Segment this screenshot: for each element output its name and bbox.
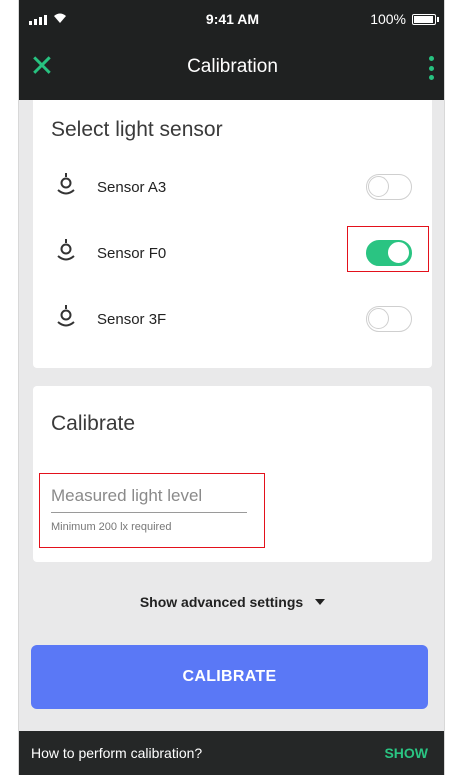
toggle-knob (368, 176, 389, 197)
sensor-row-a3[interactable]: Sensor A3 (33, 164, 432, 208)
snackbar-show-button[interactable]: SHOW (384, 745, 428, 761)
sensor-toggle-3f[interactable] (366, 306, 412, 332)
battery-group: 100% (370, 11, 439, 27)
page-title: Calibration (187, 56, 278, 77)
light-sensor-icon (53, 304, 79, 332)
sensor-label: Sensor F0 (97, 245, 167, 262)
battery-fill (414, 15, 433, 23)
snackbar-text: How to perform calibration? (31, 745, 203, 761)
light-sensor-icon (53, 238, 79, 266)
app-bar: ✕ Calibration (19, 48, 444, 88)
sensor-card: Select light sensor Sensor A3 Sensor F0 … (33, 100, 432, 368)
advanced-settings-toggle[interactable]: Show advanced settings (19, 594, 444, 610)
chevron-down-icon (315, 599, 326, 606)
light-sensor-icon (53, 172, 79, 200)
more-vert-icon[interactable] (426, 56, 436, 80)
help-snackbar: How to perform calibration? SHOW (19, 731, 444, 775)
sensor-card-title: Select light sensor (51, 118, 223, 141)
battery-percent: 100% (370, 11, 406, 27)
battery-icon (412, 13, 439, 25)
sensor-label: Sensor 3F (97, 311, 167, 328)
sensor-label: Sensor A3 (97, 179, 167, 196)
toggle-highlight-box (347, 226, 429, 272)
sensor-row-3f[interactable]: Sensor 3F (33, 296, 432, 340)
calibrate-card: Calibrate Minimum 200 lx required (33, 386, 432, 562)
top-bar: 9:41 AM 100% ✕ Calibration (19, 0, 444, 100)
sensor-toggle-a3[interactable] (366, 174, 412, 200)
calibrate-button[interactable]: CALIBRATE (31, 645, 428, 709)
status-bar: 9:41 AM 100% (19, 0, 444, 40)
phone-screen: 9:41 AM 100% ✕ Calibration Select light … (18, 0, 445, 775)
advanced-settings-label: Show advanced settings (139, 594, 304, 610)
field-highlight-box (39, 473, 265, 548)
toggle-knob (368, 308, 389, 329)
calibrate-card-title: Calibrate (51, 412, 136, 435)
